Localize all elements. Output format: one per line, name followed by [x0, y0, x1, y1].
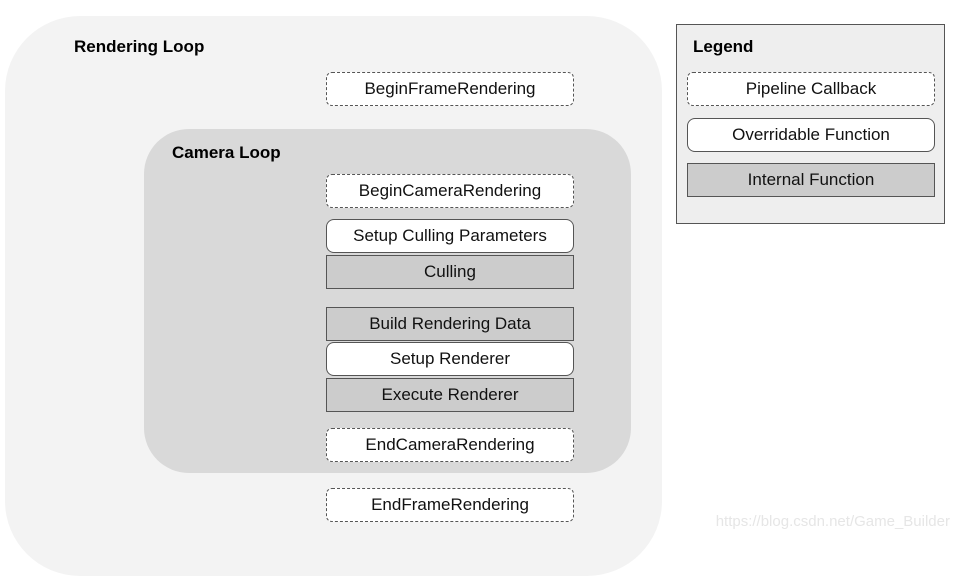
- legend-item-internal-function: Internal Function: [687, 163, 935, 197]
- setup-culling-parameters-box: Setup Culling Parameters: [326, 219, 574, 253]
- culling-box: Culling: [326, 255, 574, 289]
- legend-title: Legend: [693, 37, 754, 56]
- setup-renderer-box: Setup Renderer: [326, 342, 574, 376]
- begin-camera-rendering-box: BeginCameraRendering: [326, 174, 574, 208]
- watermark: https://blog.csdn.net/Game_Builder: [715, 513, 950, 530]
- camera-loop-title: Camera Loop: [172, 143, 281, 162]
- end-camera-rendering-box: EndCameraRendering: [326, 428, 574, 462]
- end-frame-rendering-box: EndFrameRendering: [326, 488, 574, 522]
- execute-renderer-box: Execute Renderer: [326, 378, 574, 412]
- begin-frame-rendering-box: BeginFrameRendering: [326, 72, 574, 106]
- build-rendering-data-box: Build Rendering Data: [326, 307, 574, 341]
- legend-item-pipeline-callback: Pipeline Callback: [687, 72, 935, 106]
- rendering-loop-title: Rendering Loop: [74, 37, 205, 56]
- legend-item-overridable-function: Overridable Function: [687, 118, 935, 152]
